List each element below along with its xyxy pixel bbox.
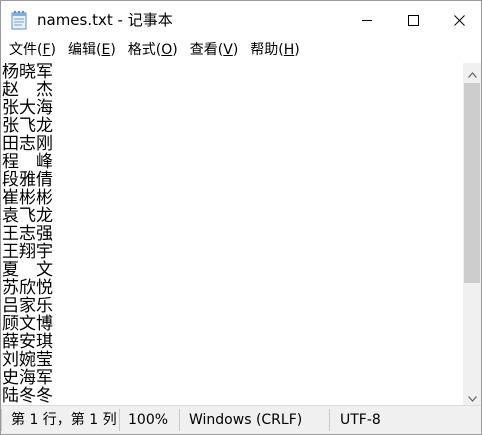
text-line: 袁飞龙 [2,206,53,226]
status-separator [119,409,120,431]
menu-help[interactable]: 帮助(H) [244,39,305,62]
text-line: 陆冬冬 [2,386,53,405]
menu-format[interactable]: 格式(O) [122,39,184,62]
menu-file[interactable]: 文件(F) [1,39,62,62]
status-bar: 第 1 行，第 1 列 100% Windows (CRLF) UTF-8 [1,405,481,434]
status-separator [1,409,2,431]
text-line: 赵 杰 [2,80,53,100]
text-line: 张大海 [2,98,53,118]
text-line: 顾文博 [2,314,53,334]
scrollbar-thumb[interactable] [464,83,480,283]
status-zoom: 100% [128,412,169,428]
maximize-button[interactable] [390,1,436,39]
title-bar[interactable]: names.txt - 记事本 [1,1,481,39]
chevron-up-icon [467,63,477,82]
text-line: 刘婉莹 [2,350,53,370]
close-icon [453,14,465,26]
status-separator [329,409,330,431]
text-line: 夏 文 [2,260,53,280]
notepad-icon [11,10,27,30]
close-button[interactable] [436,1,481,39]
minimize-button[interactable] [344,1,390,39]
text-line: 薛安琪 [2,332,53,352]
text-line: 田志刚 [2,134,53,154]
menu-bar: 文件(F) 编辑(E) 格式(O) 查看(V) 帮助(H) [1,39,481,62]
text-editor[interactable]: 杨晓军 赵 杰 张大海 张飞龙 田志刚 程 峰 段雅倩 崔彬彬 袁飞龙 王志强 … [1,63,463,405]
maximize-icon [407,14,419,26]
text-line: 王翔宇 [2,242,53,262]
minimize-icon [362,15,372,25]
text-line: 苏欣悦 [2,278,53,298]
text-line: 王志强 [2,224,53,244]
status-separator [179,409,180,431]
text-line: 吕家乐 [2,296,53,316]
menu-view[interactable]: 查看(V) [184,39,245,62]
window-title: names.txt - 记事本 [37,11,173,29]
status-position: 第 1 行，第 1 列 [11,412,117,428]
text-line: 杨晓军 [2,63,53,82]
notepad-window: names.txt - 记事本 文件(F) 编辑(E) 格式(O) 查看(V) … [0,0,482,435]
scroll-down-button[interactable] [463,387,481,405]
text-line: 段雅倩 [2,170,53,190]
chevron-down-icon [467,387,477,406]
text-line: 张飞龙 [2,116,53,136]
scroll-up-button[interactable] [463,63,481,81]
text-line: 崔彬彬 [2,188,53,208]
text-line: 史海军 [2,368,53,388]
status-line-ending: Windows (CRLF) [189,412,303,428]
menu-edit[interactable]: 编辑(E) [62,39,122,62]
text-line: 程 峰 [2,152,53,172]
status-encoding: UTF-8 [340,412,381,428]
vertical-scrollbar[interactable] [463,63,481,405]
